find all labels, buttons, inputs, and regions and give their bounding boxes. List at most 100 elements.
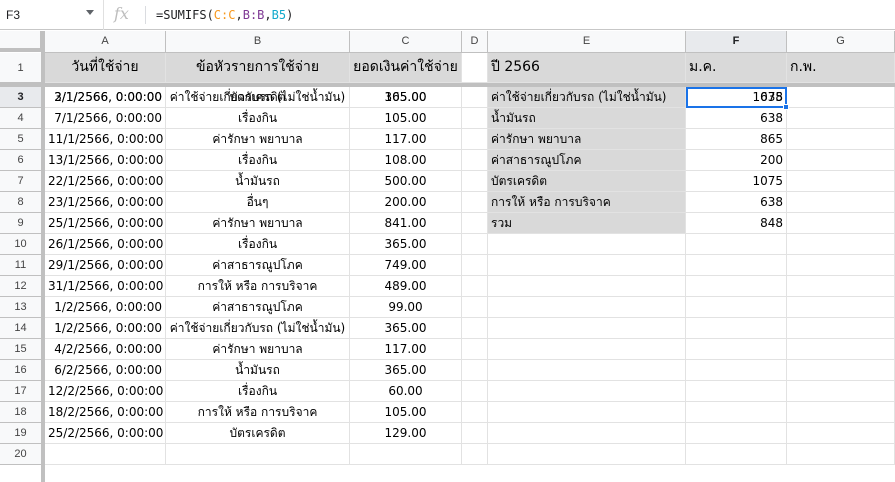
cell-item[interactable]: น้ำมันรถ <box>166 171 350 192</box>
cell-date[interactable]: 4/2/2566, 0:00:00 <box>45 339 166 360</box>
summary-jan-value[interactable]: 865 <box>686 129 787 150</box>
row-header-1[interactable]: 1 <box>0 53 41 83</box>
cell-item[interactable]: การให้ หรือ การบริจาค <box>166 402 350 423</box>
summary-jan-value[interactable]: 848 <box>686 213 787 234</box>
cell-item[interactable]: ค่ารักษา พยาบาล <box>166 129 350 150</box>
cell-item[interactable]: เรื่องกิน <box>166 234 350 255</box>
cell-item[interactable]: บัตรเครดิต <box>166 87 350 108</box>
cell-amount[interactable]: 200.00 <box>350 192 462 213</box>
cell-item[interactable]: ค่าสาธารณูปโภค <box>166 297 350 318</box>
summary-feb-value[interactable] <box>787 87 895 108</box>
cell-d[interactable] <box>462 360 488 381</box>
summary-feb-value[interactable] <box>787 444 895 465</box>
cell-d[interactable] <box>462 234 488 255</box>
summary-feb-value[interactable] <box>787 150 895 171</box>
cell-amount[interactable]: 129.00 <box>350 423 462 444</box>
cell-date[interactable]: 3/1/2566, 0:00:00 <box>45 87 166 108</box>
summary-category[interactable] <box>488 360 686 381</box>
row-header-6[interactable]: 6 <box>0 150 41 171</box>
summary-feb-value[interactable] <box>787 318 895 339</box>
row-header-7[interactable]: 7 <box>0 171 41 192</box>
summary-jan-value[interactable] <box>686 297 787 318</box>
cell-date[interactable]: 13/1/2566, 0:00:00 <box>45 150 166 171</box>
cell-amount[interactable]: 108.00 <box>350 150 462 171</box>
cell-amount[interactable]: 365.00 <box>350 318 462 339</box>
cell-date[interactable]: 23/1/2566, 0:00:00 <box>45 192 166 213</box>
summary-jan-value[interactable]: 200 <box>686 150 787 171</box>
cell-d[interactable] <box>462 297 488 318</box>
summary-feb-value[interactable] <box>787 213 895 234</box>
summary-feb-value[interactable] <box>787 402 895 423</box>
summary-category[interactable] <box>488 339 686 360</box>
cell-item[interactable]: ค่ารักษา พยาบาล <box>166 339 350 360</box>
summary-category[interactable] <box>488 255 686 276</box>
cell-item[interactable]: การให้ หรือ การบริจาค <box>166 276 350 297</box>
cell-amount[interactable]: 60.00 <box>350 381 462 402</box>
cell-amount[interactable]: 99.00 <box>350 297 462 318</box>
cell-item[interactable]: น้ำมันรถ <box>166 360 350 381</box>
cell-date[interactable]: 11/1/2566, 0:00:00 <box>45 129 166 150</box>
summary-feb-value[interactable] <box>787 276 895 297</box>
summary-category[interactable] <box>488 381 686 402</box>
row-header-3[interactable]: 3 <box>0 87 41 108</box>
column-header-d[interactable]: D <box>462 31 488 53</box>
cell-date[interactable]: 18/2/2566, 0:00:00 <box>45 402 166 423</box>
cell-item[interactable]: อื่นๆ <box>166 192 350 213</box>
summary-jan-value[interactable] <box>686 276 787 297</box>
summary-category[interactable] <box>488 444 686 465</box>
summary-category[interactable] <box>488 234 686 255</box>
cell-date[interactable]: 7/1/2566, 0:00:00 <box>45 108 166 129</box>
column-header-a[interactable]: A <box>45 31 166 53</box>
cell-date[interactable]: 6/2/2566, 0:00:00 <box>45 360 166 381</box>
summary-feb-value[interactable] <box>787 108 895 129</box>
summary-feb-value[interactable] <box>787 297 895 318</box>
cell-item[interactable]: ค่าสาธารณูปโภค <box>166 255 350 276</box>
cell-date[interactable] <box>45 444 166 465</box>
cell-d[interactable] <box>462 150 488 171</box>
cell-item[interactable]: เรื่องกิน <box>166 108 350 129</box>
cell-d[interactable] <box>462 255 488 276</box>
summary-category[interactable] <box>488 318 686 339</box>
row-header-14[interactable]: 14 <box>0 318 41 339</box>
row-header-17[interactable]: 17 <box>0 381 41 402</box>
cell-item[interactable]: ค่าใช้จ่ายเกี่ยวกับรถ (ไม่ใช่น้ำมัน) <box>166 318 350 339</box>
summary-feb-value[interactable] <box>787 423 895 444</box>
cell-amount[interactable]: 365.00 <box>350 234 462 255</box>
cell-amount[interactable]: 500.00 <box>350 171 462 192</box>
cell-date[interactable]: 29/1/2566, 0:00:00 <box>45 255 166 276</box>
cell-item[interactable]: ค่ารักษา พยาบาล <box>166 213 350 234</box>
summary-category[interactable]: น้ำมันรถ <box>488 108 686 129</box>
cell-d[interactable] <box>462 171 488 192</box>
cell-amount[interactable]: 841.00 <box>350 213 462 234</box>
cell-amount[interactable]: 117.00 <box>350 129 462 150</box>
row-header-18[interactable]: 18 <box>0 402 41 423</box>
summary-jan-value[interactable] <box>686 339 787 360</box>
summary-jan-value[interactable]: 638 <box>686 108 787 129</box>
cell-date[interactable]: 26/1/2566, 0:00:00 <box>45 234 166 255</box>
column-header-b[interactable]: B <box>166 31 350 53</box>
row-header-16[interactable]: 16 <box>0 360 41 381</box>
cell-d[interactable] <box>462 192 488 213</box>
cell-d1[interactable] <box>462 53 488 83</box>
row-header-5[interactable]: 5 <box>0 129 41 150</box>
cell-d[interactable] <box>462 276 488 297</box>
cell-amount[interactable]: 489.00 <box>350 276 462 297</box>
summary-category[interactable]: การให้ หรือ การบริจาค <box>488 192 686 213</box>
row-header-11[interactable]: 11 <box>0 255 41 276</box>
row-header-13[interactable]: 13 <box>0 297 41 318</box>
summary-feb-value[interactable] <box>787 255 895 276</box>
summary-category[interactable] <box>488 402 686 423</box>
cell-amount[interactable]: 105.00 <box>350 402 462 423</box>
summary-category[interactable]: ค่าใช้จ่ายเกี่ยวกับรถ (ไม่ใช่น้ำมัน) <box>488 87 686 108</box>
cell-item[interactable]: เรื่องกิน <box>166 381 350 402</box>
cell-d[interactable] <box>462 339 488 360</box>
cell-item[interactable]: เรื่องกิน <box>166 150 350 171</box>
header-year[interactable]: ปี 2566 <box>488 53 686 83</box>
row-header-20[interactable]: 20 <box>0 444 41 465</box>
cell-date[interactable]: 22/1/2566, 0:00:00 <box>45 171 166 192</box>
frozen-column-divider[interactable] <box>41 31 45 482</box>
summary-feb-value[interactable] <box>787 171 895 192</box>
summary-category[interactable] <box>488 297 686 318</box>
row-header-4[interactable]: 4 <box>0 108 41 129</box>
cell-d[interactable] <box>462 108 488 129</box>
